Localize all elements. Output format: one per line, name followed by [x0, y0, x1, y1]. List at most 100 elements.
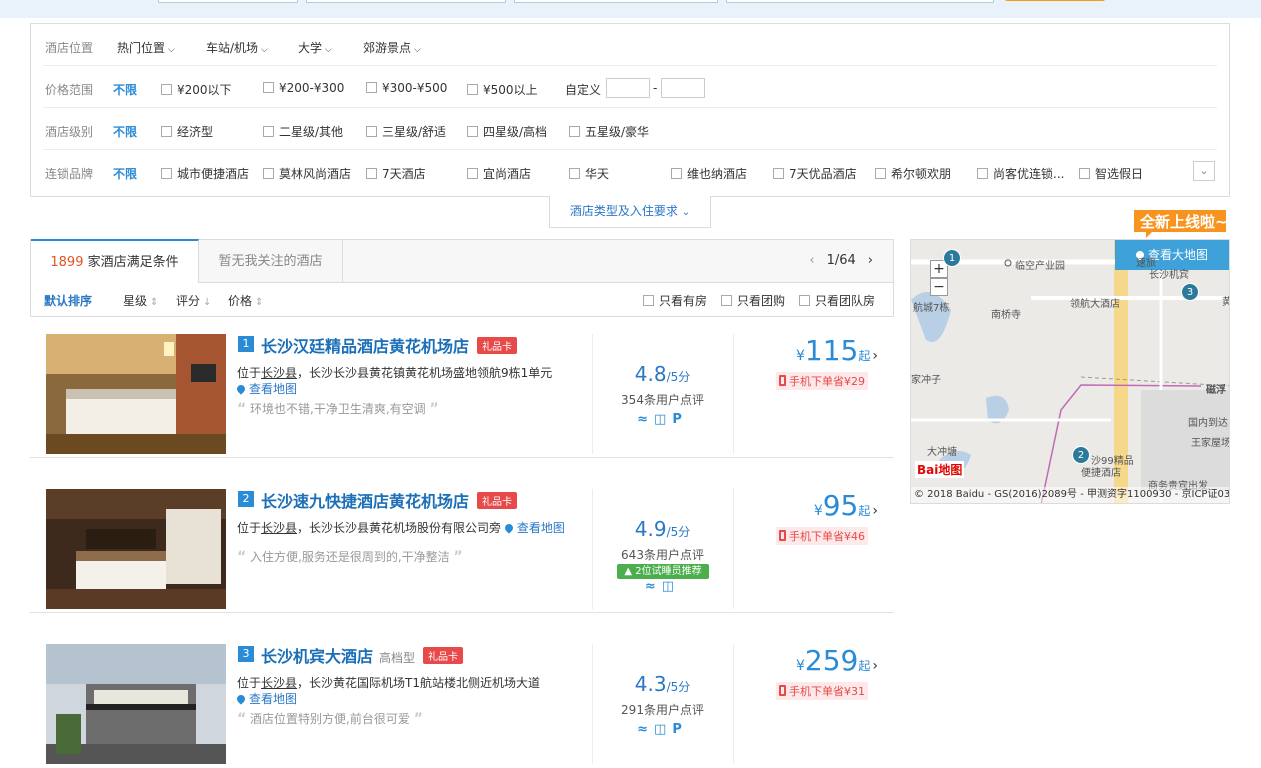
search-field-2[interactable] [306, 0, 506, 3]
sort-down-icon: ↓ [203, 297, 212, 308]
map-copyright: © 2018 Baidu - GS(2016)2089号 - 甲测资字11009… [911, 487, 1229, 503]
map-label: 大冲塘 [927, 447, 957, 458]
baidu-map-logo: Bai地图 [915, 461, 965, 478]
hotel-photo[interactable] [46, 644, 226, 764]
search-button[interactable] [1005, 0, 1105, 1]
map-marker[interactable]: 3 [1181, 283, 1199, 305]
map-label: 航城7栋 [913, 303, 950, 314]
map-marker[interactable]: 2 [1072, 446, 1090, 468]
check-groupbuy[interactable]: 只看团购 [721, 292, 785, 309]
filter-option-scenic[interactable]: 郊游景点 ⌵ [363, 39, 421, 56]
filter-option-university[interactable]: 大学 ⌵ [298, 39, 332, 56]
check-available[interactable]: 只看有房 [643, 292, 707, 309]
hotel-price[interactable]: ¥95起 › [814, 489, 878, 522]
tab-results[interactable]: 1899 家酒店满足条件 [31, 239, 199, 284]
brand-option[interactable]: 智选假日 [1079, 165, 1143, 182]
price-max-input[interactable] [661, 78, 705, 98]
sort-score[interactable]: 评分 ↓ [176, 292, 211, 309]
check-group-room[interactable]: 只看团队房 [799, 292, 875, 309]
filter-row-star: 酒店级别 不限 经济型 二星级/其他 三星级/舒适 四星级/高档 五星级/豪华 [31, 108, 1229, 150]
hotel-card[interactable]: 2 长沙速九快捷酒店黄花机场店 礼品卡 位于长沙县，长沙长沙县黄花机场股份有限公司… [30, 473, 894, 613]
checkbox-icon [161, 168, 172, 179]
hotel-index: 3 [238, 646, 254, 662]
brand-more-button[interactable]: ⌄ [1193, 161, 1215, 181]
next-page-icon[interactable]: › [868, 253, 873, 268]
star-option[interactable]: 二星级/其他 [263, 123, 343, 140]
map-label: 黄 [1222, 293, 1229, 308]
price-option[interactable]: ¥200-¥300 [263, 81, 344, 95]
star-option[interactable]: 经济型 [161, 123, 213, 140]
view-map-link[interactable]: 查看地图 [235, 380, 297, 397]
amenities: ≈◫P [592, 412, 733, 427]
search-field-4[interactable] [726, 0, 994, 3]
district-link[interactable]: 长沙县 [261, 521, 297, 535]
checkbox-icon [643, 295, 654, 306]
search-field-1[interactable] [158, 0, 298, 3]
price-dash: - [653, 81, 658, 95]
brand-unlimited[interactable]: 不限 [113, 165, 137, 182]
sort-star[interactable]: 星级 ⇕ [123, 292, 158, 309]
filter-option-station[interactable]: 车站/机场 ⌵ [206, 39, 268, 56]
hotel-card[interactable]: 3 长沙机宾大酒店 高档型 礼品卡 位于长沙县，长沙黄花国际机场T1航站楼北侧近机场… [30, 628, 894, 768]
search-field-3[interactable] [514, 0, 718, 3]
hotel-address: 位于长沙县，长沙长沙县黄花镇黄花机场盛地领航9栋1单元 [237, 366, 553, 380]
brand-option[interactable]: 城市便捷酒店 [161, 165, 249, 182]
filter-label-brand: 连锁品牌 [45, 167, 94, 181]
star-unlimited[interactable]: 不限 [113, 123, 137, 140]
filter-option-hot-location[interactable]: 热门位置 ⌵ [117, 39, 175, 56]
checkbox-icon [977, 168, 988, 179]
hotel-name[interactable]: 长沙速九快捷酒店黄花机场店 礼品卡 [261, 488, 518, 512]
hotel-map[interactable]: 查看大地图 + − 临空产业园 领航大酒店 南桥寺 航城7栋 家冲子 磁浮 国内… [910, 239, 1230, 504]
phone-icon [779, 530, 786, 541]
brand-option[interactable]: 维也纳酒店 [671, 165, 747, 182]
review-count[interactable]: 291条用户点评 [592, 701, 733, 718]
chevron-down-icon: ⌄ [681, 207, 691, 218]
price-option[interactable]: ¥300-¥500 [366, 81, 447, 95]
district-link[interactable]: 长沙县 [261, 366, 297, 380]
expand-filters-button[interactable]: 酒店类型及入住要求 ⌄ [549, 196, 711, 228]
price-min-input[interactable] [606, 78, 650, 98]
tv-icon: ◫ [661, 579, 681, 594]
checkbox-icon [799, 295, 810, 306]
hotel-name[interactable]: 长沙机宾大酒店 高档型 礼品卡 [261, 643, 464, 667]
hotel-name[interactable]: 长沙汉廷精品酒店黄花机场店 礼品卡 [261, 333, 518, 357]
checkbox-icon [161, 126, 172, 137]
hotel-score: 4.8/5分 [634, 362, 691, 386]
price-option[interactable]: ¥500以上 [467, 81, 538, 98]
hotel-photo[interactable] [46, 489, 226, 609]
parking-icon: P [672, 722, 688, 737]
brand-option[interactable]: 宜尚酒店 [467, 165, 531, 182]
tab-followed[interactable]: 暂无我关注的酒店 [199, 240, 343, 283]
hotel-price[interactable]: ¥259起 › [796, 644, 878, 677]
price-unlimited[interactable]: 不限 [113, 81, 137, 98]
gift-card-badge: 礼品卡 [423, 647, 464, 664]
hotel-photo[interactable] [46, 334, 226, 454]
zoom-out-button[interactable]: − [930, 278, 948, 296]
view-map-link[interactable]: 查看地图 [503, 521, 565, 535]
brand-option[interactable]: 7天酒店 [366, 165, 426, 182]
hotel-card[interactable]: 1 长沙汉廷精品酒店黄花机场店 礼品卡 位于长沙县，长沙长沙县黄花镇黄花机场盛地领… [30, 318, 894, 458]
brand-option[interactable]: 华天 [569, 165, 609, 182]
brand-option[interactable]: 7天优品酒店 [773, 165, 857, 182]
star-option[interactable]: 五星级/豪华 [569, 123, 649, 140]
district-link[interactable]: 长沙县 [261, 676, 297, 690]
brand-option[interactable]: 希尔顿欢朋 [875, 165, 951, 182]
hotel-price[interactable]: ¥115起 › [796, 334, 878, 367]
price-option[interactable]: ¥200以下 [161, 81, 232, 98]
filter-row-location: 酒店位置 热门位置 ⌵ 车站/机场 ⌵ 大学 ⌵ 郊游景点 ⌵ [31, 24, 1229, 66]
checkbox-icon [569, 168, 580, 179]
price-custom-label: 自定义 [565, 83, 602, 97]
review-count[interactable]: 643条用户点评 [592, 546, 733, 563]
star-option[interactable]: 四星级/高档 [467, 123, 547, 140]
map-marker[interactable]: 1 [943, 249, 961, 271]
prev-page-icon[interactable]: ‹ [809, 253, 814, 268]
filter-panel: 酒店位置 热门位置 ⌵ 车站/机场 ⌵ 大学 ⌵ 郊游景点 ⌵ 价格范围 不限 ¥200… [30, 23, 1230, 197]
brand-option[interactable]: 莫林风尚酒店 [263, 165, 351, 182]
sort-price[interactable]: 价格 ⇕ [228, 292, 263, 309]
checkbox-icon [467, 84, 478, 95]
brand-option[interactable]: 尚客优连锁... [977, 165, 1064, 182]
sort-default[interactable]: 默认排序 [44, 292, 92, 309]
view-map-link[interactable]: 查看地图 [235, 690, 297, 707]
review-count[interactable]: 354条用户点评 [592, 391, 733, 408]
star-option[interactable]: 三星级/舒适 [366, 123, 446, 140]
